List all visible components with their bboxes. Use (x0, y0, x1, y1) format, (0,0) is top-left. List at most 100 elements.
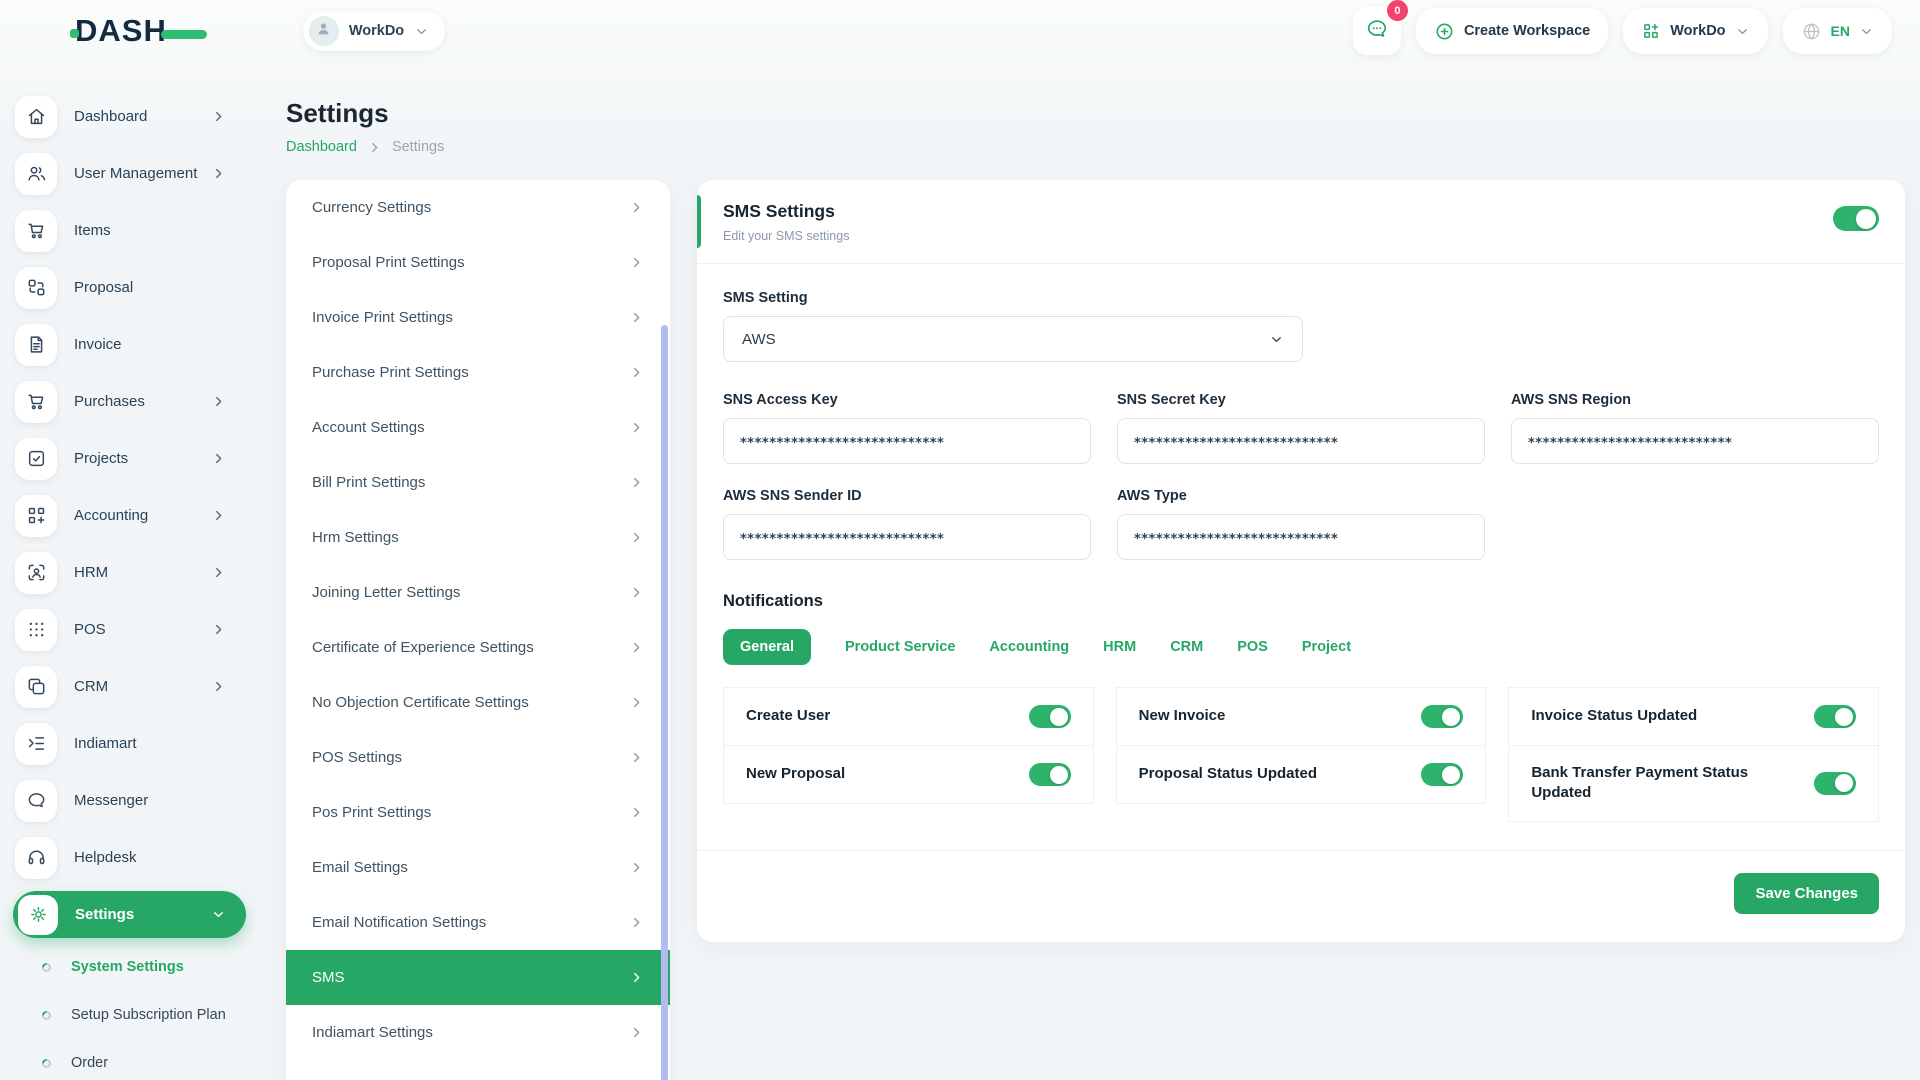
aws-type-input[interactable] (1117, 514, 1485, 560)
sidebar-subitem-label: Order (71, 1055, 108, 1071)
sms-enabled-toggle[interactable] (1833, 206, 1879, 231)
sidebar-item-pos[interactable]: POS (0, 601, 262, 658)
sidebar-item-proposal[interactable]: Proposal (0, 259, 262, 316)
app-menu-dropdown[interactable]: WorkDo (1623, 8, 1767, 54)
chevron-right-icon (629, 475, 644, 490)
sidebar-subitem-order[interactable]: Order (0, 1039, 262, 1080)
chevron-right-icon (211, 679, 226, 694)
workspace-switcher[interactable]: WorkDo (303, 11, 445, 51)
bullet-icon (40, 961, 53, 974)
field-aws-sns-region: AWS SNS Region (1511, 392, 1879, 464)
settings-menu-item-certificate-of-experience-settings[interactable]: Certificate of Experience Settings (286, 620, 670, 675)
settings-menu-item-bill-print-settings[interactable]: Bill Print Settings (286, 455, 670, 510)
settings-menu-item-purchase-print-settings[interactable]: Purchase Print Settings (286, 345, 670, 400)
messages-button[interactable]: 0 (1353, 7, 1401, 55)
settings-menu-item-bank-transfer[interactable]: Bank Transfer (286, 1060, 670, 1080)
dash-logo[interactable]: DASH (70, 13, 207, 49)
grid-plus-icon (15, 495, 57, 537)
sidebar-item-helpdesk[interactable]: Helpdesk (0, 829, 262, 886)
settings-menu-item-pos-settings[interactable]: POS Settings (286, 730, 670, 785)
bank-transfer-payment-status-updated-toggle[interactable] (1814, 772, 1856, 795)
sidebar-item-hrm[interactable]: HRM (0, 544, 262, 601)
field-aws-type: AWS Type (1117, 488, 1485, 560)
tab-pos[interactable]: POS (1237, 639, 1268, 655)
settings-menu-item-label: SMS (312, 969, 345, 986)
sidebar-subitem-setup-subscription-plan[interactable]: Setup Subscription Plan (0, 991, 262, 1039)
tab-product-service[interactable]: Product Service (845, 639, 955, 655)
settings-menu-item-label: Bill Print Settings (312, 474, 425, 491)
sidebar-item-items[interactable]: Items (0, 202, 262, 259)
tab-project[interactable]: Project (1302, 639, 1351, 655)
page-title: Settings (286, 98, 1905, 129)
settings-menu-item-email-settings[interactable]: Email Settings (286, 840, 670, 895)
sidebar-item-projects[interactable]: Projects (0, 430, 262, 487)
chevron-down-icon (211, 907, 226, 922)
settings-menu-item-label: Pos Print Settings (312, 804, 431, 821)
cart-icon (15, 381, 57, 423)
notification-row-invoice-status-updated: Invoice Status Updated (1509, 688, 1878, 745)
sidebar-item-accounting[interactable]: Accounting (0, 487, 262, 544)
gear-icon (18, 895, 58, 935)
tab-hrm[interactable]: HRM (1103, 639, 1136, 655)
chevron-right-icon (211, 508, 226, 523)
settings-menu-item-account-settings[interactable]: Account Settings (286, 400, 670, 455)
field-label: AWS SNS Sender ID (723, 488, 1091, 504)
content-row: Currency Settings Proposal Print Setting… (286, 180, 1905, 1080)
settings-menu-item-label: Certificate of Experience Settings (312, 639, 534, 656)
tab-crm[interactable]: CRM (1170, 639, 1203, 655)
settings-menu-item-invoice-print-settings[interactable]: Invoice Print Settings (286, 290, 670, 345)
chevron-right-icon (629, 970, 644, 985)
grid-plus-icon (1641, 21, 1661, 41)
chevron-down-icon (1859, 24, 1874, 39)
home-icon (15, 96, 57, 138)
sidebar-item-crm[interactable]: CRM (0, 658, 262, 715)
tab-general[interactable]: General (723, 629, 811, 665)
sidebar-subitem-system-settings[interactable]: System Settings (0, 943, 262, 991)
sidebar-item-purchases[interactable]: Purchases (0, 373, 262, 430)
sidebar-item-messenger[interactable]: Messenger (0, 772, 262, 829)
sidebar-item-indiamart[interactable]: Indiamart (0, 715, 262, 772)
logo-bar (161, 30, 207, 39)
menu-scrollbar-thumb[interactable] (661, 325, 668, 1080)
sidebar-item-label: Indiamart (74, 735, 137, 752)
sidebar-item-label: HRM (74, 564, 108, 581)
breadcrumb-dashboard-link[interactable]: Dashboard (286, 139, 357, 155)
chevron-right-icon (629, 200, 644, 215)
settings-menu-item-no-objection-certificate-settings[interactable]: No Objection Certificate Settings (286, 675, 670, 730)
settings-menu-item-proposal-print-settings[interactable]: Proposal Print Settings (286, 235, 670, 290)
toggle-column: Invoice Status Updated Bank Transfer Pay… (1508, 687, 1879, 822)
breadcrumb-current: Settings (392, 139, 444, 155)
sns-access-key-input[interactable] (723, 418, 1091, 464)
sms-provider-select[interactable]: AWS (723, 316, 1303, 362)
settings-menu-item-joining-letter-settings[interactable]: Joining Letter Settings (286, 565, 670, 620)
sidebar-item-label: Proposal (74, 279, 133, 296)
proposal-status-updated-toggle[interactable] (1421, 763, 1463, 786)
settings-menu-item-label: Hrm Settings (312, 529, 399, 546)
new-invoice-toggle[interactable] (1421, 705, 1463, 728)
field-label: AWS Type (1117, 488, 1485, 504)
tab-accounting[interactable]: Accounting (989, 639, 1069, 655)
aws-sns-region-input[interactable] (1511, 418, 1879, 464)
plus-circle-icon (1434, 21, 1455, 42)
language-dropdown[interactable]: EN (1783, 8, 1892, 54)
sidebar-item-dashboard[interactable]: Dashboard (0, 88, 262, 145)
new-proposal-toggle[interactable] (1029, 763, 1071, 786)
create-workspace-button[interactable]: Create Workspace (1416, 8, 1608, 54)
scan-user-icon (15, 552, 57, 594)
settings-menu-item-pos-print-settings[interactable]: Pos Print Settings (286, 785, 670, 840)
settings-menu-item-hrm-settings[interactable]: Hrm Settings (286, 510, 670, 565)
sns-secret-key-input[interactable] (1117, 418, 1485, 464)
sms-settings-panel: SMS Settings Edit your SMS settings SMS … (697, 180, 1905, 942)
chevron-right-icon (629, 860, 644, 875)
settings-menu-item-email-notification-settings[interactable]: Email Notification Settings (286, 895, 670, 950)
settings-menu-item-currency-settings[interactable]: Currency Settings (286, 180, 670, 235)
save-changes-button[interactable]: Save Changes (1734, 873, 1879, 914)
invoice-status-updated-toggle[interactable] (1814, 705, 1856, 728)
settings-menu-item-indiamart-settings[interactable]: Indiamart Settings (286, 1005, 670, 1060)
sidebar-item-settings[interactable]: Settings (13, 891, 246, 938)
sidebar-item-user-management[interactable]: User Management (0, 145, 262, 202)
settings-menu-item-sms[interactable]: SMS (286, 950, 670, 1005)
create-user-toggle[interactable] (1029, 705, 1071, 728)
aws-sns-sender-id-input[interactable] (723, 514, 1091, 560)
sidebar-item-invoice[interactable]: Invoice (0, 316, 262, 373)
